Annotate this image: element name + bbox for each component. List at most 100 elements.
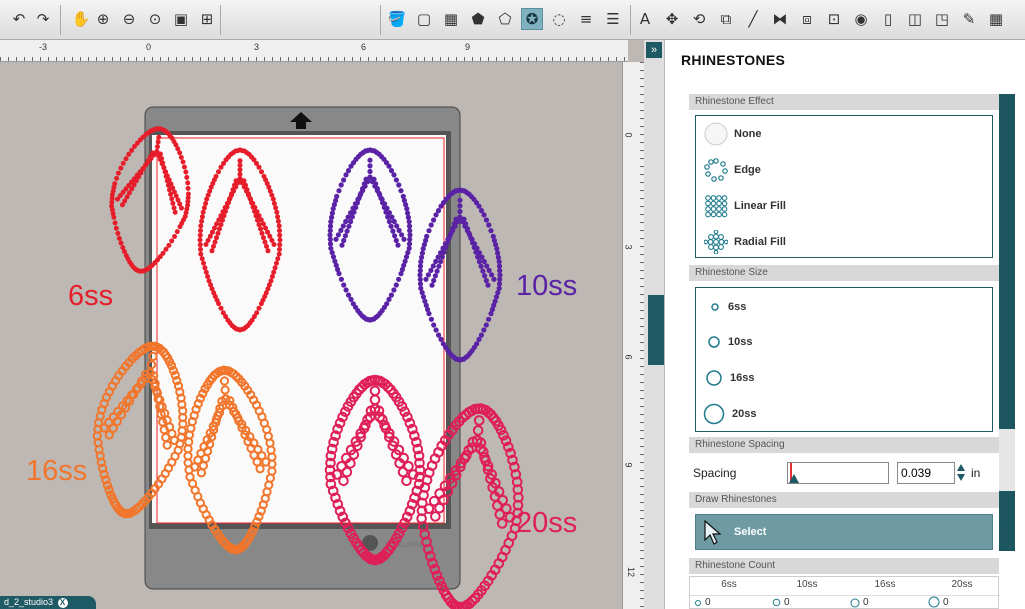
- ruler-tick: [488, 57, 489, 61]
- toolbar-separator: [380, 5, 381, 35]
- offset-icon[interactable]: ◌: [548, 8, 570, 30]
- rhinestones-panel: RHINESTONES Rhinestone Effect None Edge …: [664, 40, 1025, 609]
- redo-icon[interactable]: ↷: [32, 8, 54, 30]
- fill-pattern-icon[interactable]: ▦: [440, 8, 462, 30]
- ruler-tick: [512, 57, 513, 61]
- fill-color-icon[interactable]: ▢: [413, 8, 435, 30]
- ruler-tick: [608, 57, 609, 61]
- panel-scroll-gap: [999, 429, 1015, 491]
- size-10ss-icon: [708, 336, 720, 348]
- design-store-icon[interactable]: ⊡: [823, 8, 845, 30]
- text-icon[interactable]: A: [634, 8, 656, 30]
- ruler-tick: [152, 57, 153, 61]
- ruler-label: 3: [623, 244, 634, 250]
- count-val-6ss: 0: [705, 597, 711, 608]
- group-icon[interactable]: ⧓: [769, 8, 791, 30]
- radial-fill-icon: [704, 230, 728, 254]
- effect-edge[interactable]: Edge: [704, 158, 761, 182]
- fit-all-icon[interactable]: ⊞: [196, 8, 218, 30]
- zoom-select-icon[interactable]: ⊙: [144, 8, 166, 30]
- count-col-10ss: 10ss: [796, 579, 818, 590]
- size-6ss[interactable]: 6ss: [708, 300, 746, 314]
- select-button[interactable]: Select: [695, 514, 993, 550]
- label-16ss: 16ss: [26, 455, 88, 487]
- ruler-tick: [432, 57, 433, 61]
- grid-icon[interactable]: ▦: [985, 8, 1007, 30]
- scrollbar-thumb[interactable]: [648, 295, 664, 365]
- zoom-in-icon[interactable]: ⊕: [92, 8, 114, 30]
- panel-title: RHINESTONES: [681, 52, 786, 68]
- sketch-icon[interactable]: ✎: [958, 8, 980, 30]
- count-val-20ss: 0: [943, 596, 949, 608]
- ruler-tick: [200, 57, 201, 61]
- ruler-tick: [352, 57, 353, 61]
- document-tab-label: d_2_studio3: [4, 597, 54, 607]
- spacing-slider-handle[interactable]: [789, 474, 799, 483]
- document-tab[interactable]: d_2_studio3 X: [0, 596, 96, 609]
- ruler-tick: [312, 57, 313, 61]
- panel-scroll-down-icon[interactable]: [1002, 538, 1012, 546]
- edge-icon: [704, 158, 728, 182]
- ruler-tick: [344, 57, 345, 61]
- ruler-tick: [472, 57, 473, 61]
- select-button-label: Select: [734, 526, 767, 538]
- ungroup-icon[interactable]: ⧈: [796, 8, 818, 30]
- zoom-out-icon[interactable]: ⊖: [118, 8, 140, 30]
- ruler-tick: [160, 57, 161, 61]
- ruler-tick: [256, 57, 257, 61]
- pentagon-icon[interactable]: ⬟: [467, 8, 489, 30]
- size-16ss[interactable]: 16ss: [704, 368, 754, 388]
- fit-page-icon[interactable]: ▣: [170, 8, 192, 30]
- undo-icon[interactable]: ↶: [8, 8, 30, 30]
- spacing-input[interactable]: [897, 462, 955, 484]
- count-cell-16ss: 0: [850, 597, 869, 608]
- expand-panel-icon[interactable]: »: [646, 42, 662, 58]
- stepper-down-icon[interactable]: [957, 474, 965, 481]
- ruler-tick: [112, 57, 113, 61]
- close-tab-icon[interactable]: X: [57, 598, 68, 608]
- effect-radial-fill-label: Radial Fill: [734, 236, 786, 248]
- spacing-stepper[interactable]: [957, 462, 966, 484]
- pan-icon[interactable]: ✋: [70, 8, 92, 30]
- paint-bucket-icon[interactable]: 🪣: [386, 8, 408, 30]
- ruler-tick: [272, 57, 273, 61]
- spacing-unit: in: [971, 466, 981, 480]
- spacing-slider[interactable]: [787, 462, 889, 484]
- spacing-header: Rhinestone Spacing: [689, 437, 999, 453]
- cut-settings-icon[interactable]: ◫: [904, 8, 926, 30]
- draw-line-icon[interactable]: ╱: [742, 8, 764, 30]
- rhinestone-active-icon[interactable]: ✪: [521, 8, 543, 30]
- count-cell-20ss: 0: [928, 596, 949, 608]
- count-cell-10ss: 0: [772, 597, 790, 608]
- count-val-10ss: 0: [784, 597, 790, 608]
- ruler-tick: [576, 57, 577, 61]
- line-color-icon[interactable]: ≡: [575, 8, 597, 30]
- ruler-tick: [288, 57, 289, 61]
- ruler-tick: [328, 57, 329, 61]
- transform-icon[interactable]: ✥: [661, 8, 683, 30]
- rotate-icon[interactable]: ⟲: [688, 8, 710, 30]
- panel-scroll-up-icon[interactable]: [1002, 522, 1012, 530]
- effect-linear-fill[interactable]: Linear Fill: [704, 194, 786, 218]
- stepper-up-icon[interactable]: [957, 464, 965, 471]
- send-icon[interactable]: ◳: [931, 8, 953, 30]
- ruler-tick: [320, 57, 321, 61]
- effect-radial-fill[interactable]: Radial Fill: [704, 230, 786, 254]
- rhinestone-icon[interactable]: ⬠: [494, 8, 516, 30]
- ruler-tick: [528, 57, 529, 61]
- count-col-16ss: 16ss: [874, 579, 896, 590]
- size-20ss[interactable]: 20ss: [702, 402, 756, 426]
- ruler-tick: [72, 57, 73, 61]
- ruler-tick: [496, 57, 497, 61]
- scale-icon[interactable]: ⧉: [715, 8, 737, 30]
- ruler-tick: [168, 57, 169, 61]
- panel-scroll-track[interactable]: [999, 94, 1015, 429]
- effect-none[interactable]: None: [704, 122, 762, 146]
- size-10ss[interactable]: 10ss: [706, 334, 752, 350]
- ruler-tick: [32, 57, 33, 61]
- line-style-icon[interactable]: ☰: [602, 8, 624, 30]
- trace-icon[interactable]: ◉: [850, 8, 872, 30]
- page-setup-icon[interactable]: ▯: [877, 8, 899, 30]
- ruler-tick: [192, 57, 193, 61]
- count-col-6ss: 6ss: [721, 579, 737, 590]
